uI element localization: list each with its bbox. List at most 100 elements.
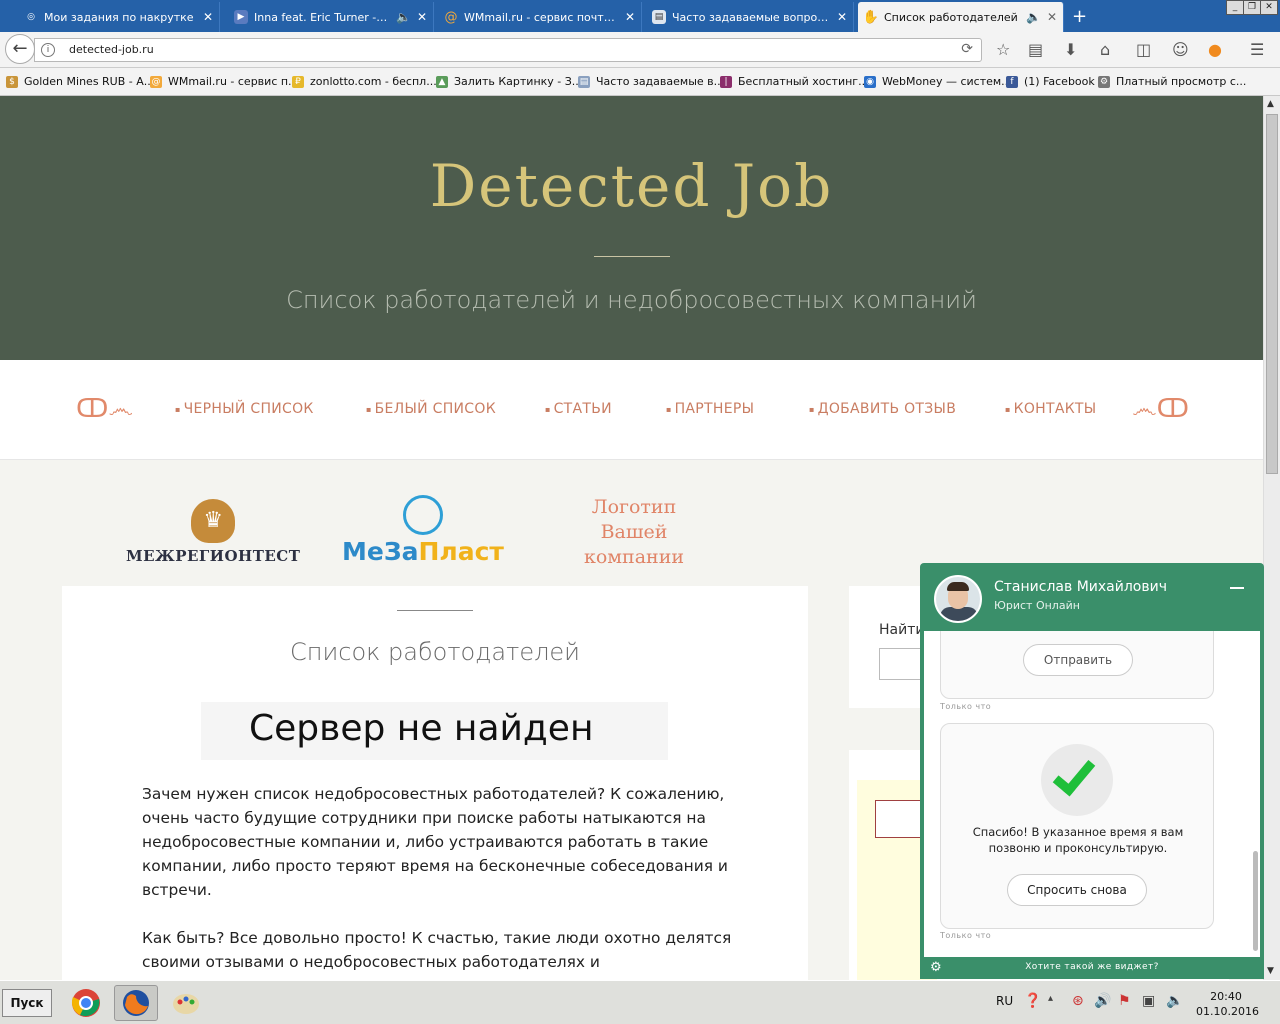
minimize-button[interactable]: _: [1226, 0, 1244, 15]
message-timestamp: Только что: [940, 702, 992, 711]
back-button[interactable]: ←: [5, 34, 35, 64]
network-icon[interactable]: ▣: [1142, 993, 1155, 1009]
get-widget-link[interactable]: Хотите такой же виджет?: [920, 962, 1264, 972]
menu-item-partners[interactable]: ПАРТНЕРЫ: [666, 401, 754, 417]
start-button[interactable]: Пуск: [2, 989, 52, 1017]
pocket-icon[interactable]: ◫: [1136, 40, 1151, 59]
scroll-thumb[interactable]: [1266, 114, 1278, 474]
download-icon[interactable]: ⬇: [1064, 40, 1077, 59]
menu-icon[interactable]: ☰: [1250, 40, 1264, 59]
chrome-icon[interactable]: [64, 985, 108, 1021]
widget-scrollbar[interactable]: [1253, 851, 1258, 951]
mountain-icon: ▲: [436, 75, 448, 88]
mute-icon[interactable]: 🔈: [1026, 10, 1041, 24]
scroll-up-icon[interactable]: ▲: [1267, 99, 1274, 109]
partner-logo-mezaplast[interactable]: МеЗаПласт: [342, 495, 504, 566]
bookmark-image-upload[interactable]: ▲ Залить Картинку - З...: [436, 75, 582, 88]
confirmation-text: Спасибо! В указанное время я вам позвоню…: [972, 825, 1184, 855]
bookmark-facebook[interactable]: f (1) Facebook: [1006, 75, 1095, 88]
agent-role: Юрист Онлайн: [994, 599, 1080, 612]
menu-item-articles[interactable]: СТАТЬИ: [545, 401, 612, 417]
content-card: Список работодателей Сервер не найден За…: [62, 586, 808, 980]
sync-icon[interactable]: ●: [1208, 40, 1222, 59]
reload-icon[interactable]: ⟳: [961, 41, 973, 57]
tab-employers-active[interactable]: ✋ Список работодателей 🔈 ✕: [858, 2, 1064, 32]
menu-item-whitelist[interactable]: БЕЛЫЙ СПИСОК: [366, 401, 496, 417]
speaker-icon[interactable]: 🔈: [1166, 993, 1183, 1009]
page-icon: ▤: [652, 10, 666, 24]
tab-tasks[interactable]: ◎ Мои задания по накрутке ✕: [18, 2, 220, 32]
scroll-down-icon[interactable]: ▼: [1267, 966, 1274, 976]
home-icon[interactable]: ⌂: [1100, 40, 1110, 59]
clock-time: 20:40: [1210, 990, 1242, 1003]
site-title[interactable]: Detected Job: [0, 152, 1263, 220]
card-divider: [397, 610, 473, 611]
play-icon: ▶: [234, 10, 248, 24]
bookmark-golden-mines[interactable]: $ Golden Mines RUB - А...: [6, 75, 154, 88]
bookmark-zonlotto[interactable]: ₽ zonlotto.com - беспл...: [292, 75, 437, 88]
close-tab-icon[interactable]: ✕: [837, 10, 847, 24]
menu-item-add-review[interactable]: ДОБАВИТЬ ОТЗЫВ: [809, 401, 956, 417]
close-tab-icon[interactable]: ✕: [1047, 10, 1057, 24]
tab-faq[interactable]: ▤ Часто задаваемые вопросы... ✕: [646, 2, 854, 32]
facebook-icon: f: [1006, 75, 1018, 88]
paint-icon[interactable]: [164, 985, 208, 1021]
close-window-button[interactable]: ✕: [1260, 0, 1278, 15]
widget-messages: Отправить Только что Спасибо! В указанно…: [924, 631, 1260, 957]
close-tab-icon[interactable]: ✕: [625, 10, 635, 24]
widget-footer: ⚙ Хотите такой же виджет?: [920, 957, 1264, 979]
clock[interactable]: 20:40 01.10.2016: [1196, 989, 1259, 1019]
info-icon[interactable]: i: [41, 43, 55, 57]
close-tab-icon[interactable]: ✕: [417, 10, 427, 24]
tray-expand-icon[interactable]: ▴: [1048, 993, 1053, 1004]
minimize-widget-icon[interactable]: [1230, 587, 1244, 589]
confirmation-bubble: Спасибо! В указанное время я вам позвоню…: [940, 723, 1214, 929]
coin-icon: $: [6, 75, 18, 88]
firefox-icon[interactable]: [114, 985, 158, 1021]
message-timestamp: Только что: [940, 931, 992, 940]
ornament-right-icon: ෴ↀ: [1132, 394, 1190, 424]
bookmark-webmoney[interactable]: ◉ WebMoney — систем...: [864, 75, 1012, 88]
language-indicator[interactable]: RU: [996, 994, 1013, 1008]
page-scrollbar[interactable]: ▲ ▼: [1263, 96, 1280, 980]
url-text[interactable]: detected-job.ru: [69, 43, 154, 56]
tab-wmmail[interactable]: @ WMmail.ru - сервис почтовы... ✕: [438, 2, 642, 32]
menu-item-blacklist[interactable]: ЧЕРНЫЙ СПИСОК: [175, 401, 314, 417]
ask-again-button[interactable]: Спросить снова: [1007, 874, 1147, 906]
close-tab-icon[interactable]: ✕: [203, 10, 213, 24]
partner-logo-placeholder[interactable]: Логотип Вашей компании: [578, 495, 690, 570]
star-icon[interactable]: ☆: [996, 40, 1010, 59]
agent-name: Станислав Михайлович: [994, 579, 1167, 595]
intro-paragraph: Зачем нужен список недобросовестных рабо…: [142, 785, 728, 899]
nav-bar: i detected-job.ru ⟳ ← ☆ ▤ ⬇ ⌂ ◫ ☺ ● ☰: [0, 32, 1280, 68]
network-warning-icon[interactable]: ⚑: [1118, 993, 1131, 1009]
send-button[interactable]: Отправить: [1023, 644, 1133, 676]
bookmark-faq[interactable]: ▤ Часто задаваемые в...: [578, 75, 724, 88]
tab-label: Часто задаваемые вопросы...: [672, 10, 831, 24]
speaker-icon[interactable]: 🔈: [396, 10, 411, 24]
chat-icon[interactable]: ☺: [1172, 40, 1189, 59]
volume-icon[interactable]: 🔊: [1094, 993, 1111, 1009]
reading-list-icon[interactable]: ▤: [1028, 40, 1043, 59]
main-menu: ↀ෴ ЧЕРНЫЙ СПИСОК БЕЛЫЙ СПИСОК СТАТЬИ ПАР…: [0, 360, 1263, 460]
hand-icon: ✋: [862, 9, 880, 25]
new-tab-button[interactable]: +: [1072, 6, 1087, 27]
taskbar: Пуск RU ❓ ▴ ⊛ 🔊 ⚑ ▣ 🔈 20:40 01.10.2016: [0, 980, 1280, 1024]
site-subtitle: Список работодателей и недобросовестных …: [286, 286, 977, 314]
checkmark-icon: [1041, 744, 1113, 816]
message-bubble: Отправить: [940, 631, 1214, 699]
tab-label: Inna feat. Eric Turner - B...: [254, 10, 390, 24]
restore-button[interactable]: ❐: [1243, 0, 1261, 15]
partner-logo-mezhregiontest[interactable]: ♛ МЕЖРЕГИОНТЕСТ: [126, 499, 300, 565]
atom-icon: [402, 495, 443, 535]
help-icon[interactable]: ❓: [1024, 993, 1041, 1009]
menu-item-contacts[interactable]: КОНТАКТЫ: [1005, 401, 1097, 417]
tab-label: WMmail.ru - сервис почтовы...: [464, 10, 619, 24]
antivirus-icon[interactable]: ⊛: [1072, 993, 1084, 1009]
tab-music[interactable]: ▶ Inna feat. Eric Turner - B... 🔈 ✕: [228, 2, 434, 32]
gear-icon: ⚙: [1098, 75, 1110, 88]
bookmark-paid-view[interactable]: ⚙ Платный просмотр с...: [1098, 75, 1246, 88]
bookmark-wmmail[interactable]: @ WMmail.ru - сервис п...: [150, 75, 299, 88]
bookmark-hosting[interactable]: | Бесплатный хостинг...: [720, 75, 869, 88]
url-bar[interactable]: i detected-job.ru ⟳: [34, 38, 982, 62]
